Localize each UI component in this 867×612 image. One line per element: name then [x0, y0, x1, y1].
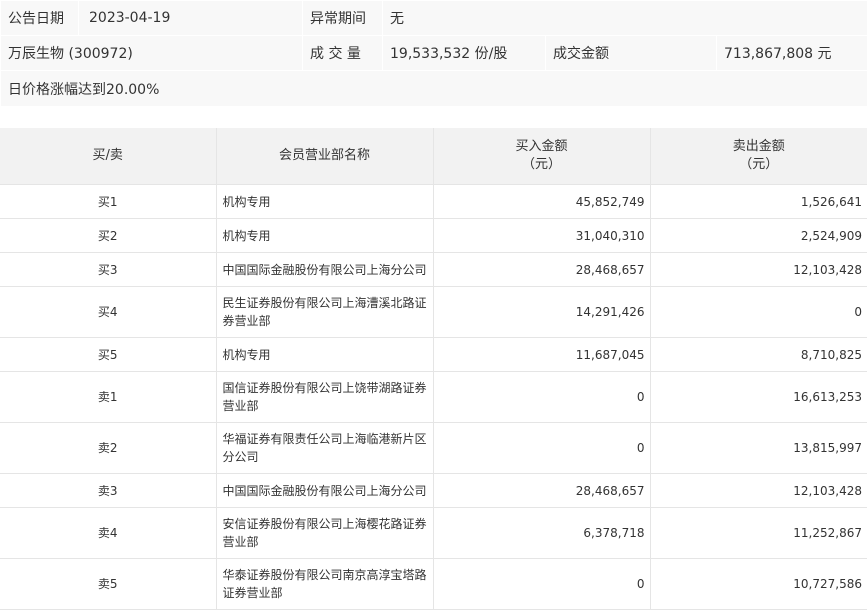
sell-amount-header: 卖出金额 （元） — [650, 128, 867, 185]
row-buy-amount: 0 — [433, 558, 651, 610]
branch-header: 会员营业部名称 — [216, 128, 434, 185]
row-branch-name: 机构专用 — [216, 218, 434, 253]
date-value: 2023-04-19 — [78, 0, 303, 36]
direction-header: 买/卖 — [0, 128, 217, 185]
row-branch-name: 中国国际金融股份有限公司上海分公司 — [216, 473, 434, 508]
row-sell-amount: 10,727,586 — [650, 558, 867, 610]
row-sell-amount: 16,613,253 — [650, 371, 867, 423]
row-buy-amount: 6,378,718 — [433, 507, 651, 559]
row-branch-name: 国信证券股份有限公司上饶带湖路证券营业部 — [216, 371, 434, 423]
row-sell-amount: 12,103,428 — [650, 252, 867, 287]
date-label: 公告日期 — [0, 0, 79, 36]
row-buy-amount: 14,291,426 — [433, 286, 651, 338]
table-row: 买3 中国国际金融股份有限公司上海分公司 28,468,657 12,103,4… — [0, 252, 867, 287]
row-buy-amount: 45,852,749 — [433, 184, 651, 219]
row-sell-amount: 2,524,909 — [650, 218, 867, 253]
table-row: 买5 机构专用 11,687,045 8,710,825 — [0, 337, 867, 372]
row-sell-amount: 0 — [650, 286, 867, 338]
row-direction: 卖3 — [0, 473, 217, 508]
stock-name: 万辰生物 (300972) — [0, 35, 303, 71]
row-buy-amount: 28,468,657 — [433, 252, 651, 287]
table-row: 卖4 安信证券股份有限公司上海樱花路证券营业部 6,378,718 11,252… — [0, 507, 867, 559]
row-branch-name: 中国国际金融股份有限公司上海分公司 — [216, 252, 434, 287]
row-direction: 买5 — [0, 337, 217, 372]
table-row: 卖5 华泰证券股份有限公司南京高淳宝塔路证券营业部 0 10,727,586 — [0, 558, 867, 610]
row-direction: 买2 — [0, 218, 217, 253]
period-value: 无 — [381, 0, 867, 36]
reason-text: 日价格涨幅达到20.00% — [0, 70, 867, 107]
row-sell-amount: 8,710,825 — [650, 337, 867, 372]
row-direction: 卖4 — [0, 507, 217, 559]
row-buy-amount: 0 — [433, 422, 651, 474]
row-branch-name: 安信证券股份有限公司上海樱花路证券营业部 — [216, 507, 434, 559]
amount-value: 713,867,808 元 — [715, 35, 867, 71]
table-row: 买1 机构专用 45,852,749 1,526,641 — [0, 184, 867, 219]
row-sell-amount: 1,526,641 — [650, 184, 867, 219]
announcement-info-table: 公告日期 2023-04-19 异常期间 无 万辰生物 (300972) 成 交… — [0, 0, 867, 107]
period-label: 异常期间 — [302, 0, 383, 36]
row-buy-amount: 11,687,045 — [433, 337, 651, 372]
row-branch-name: 机构专用 — [216, 184, 434, 219]
table-row: 买4 民生证券股份有限公司上海漕溪北路证券营业部 14,291,426 0 — [0, 286, 867, 338]
row-direction: 买1 — [0, 184, 217, 219]
row-branch-name: 华福证券有限责任公司上海临港新片区分公司 — [216, 422, 434, 474]
amount-label: 成交金额 — [545, 35, 717, 71]
table-header-row: 买/卖 会员营业部名称 买入金额 （元） 卖出金额 （元） — [0, 128, 867, 185]
table-row: 卖3 中国国际金融股份有限公司上海分公司 28,468,657 12,103,4… — [0, 473, 867, 508]
trading-detail-table: 买/卖 会员营业部名称 买入金额 （元） 卖出金额 （元） 买1 机构专用 45,8… — [0, 128, 867, 610]
row-branch-name: 机构专用 — [216, 337, 434, 372]
buy-amount-header: 买入金额 （元） — [433, 128, 651, 185]
row-direction: 卖1 — [0, 371, 217, 423]
row-direction: 买3 — [0, 252, 217, 287]
row-direction: 卖5 — [0, 558, 217, 610]
row-buy-amount: 28,468,657 — [433, 473, 651, 508]
table-row: 卖2 华福证券有限责任公司上海临港新片区分公司 0 13,815,997 — [0, 422, 867, 474]
row-buy-amount: 0 — [433, 371, 651, 423]
volume-label: 成 交 量 — [302, 35, 383, 71]
row-sell-amount: 11,252,867 — [650, 507, 867, 559]
row-sell-amount: 12,103,428 — [650, 473, 867, 508]
row-buy-amount: 31,040,310 — [433, 218, 651, 253]
row-direction: 卖2 — [0, 422, 217, 474]
row-branch-name: 华泰证券股份有限公司南京高淳宝塔路证券营业部 — [216, 558, 434, 610]
table-row: 卖1 国信证券股份有限公司上饶带湖路证券营业部 0 16,613,253 — [0, 371, 867, 423]
row-direction: 买4 — [0, 286, 217, 338]
row-branch-name: 民生证券股份有限公司上海漕溪北路证券营业部 — [216, 286, 434, 338]
table-row: 买2 机构专用 31,040,310 2,524,909 — [0, 218, 867, 253]
volume-value: 19,533,532 份/股 — [382, 35, 546, 71]
row-sell-amount: 13,815,997 — [650, 422, 867, 474]
